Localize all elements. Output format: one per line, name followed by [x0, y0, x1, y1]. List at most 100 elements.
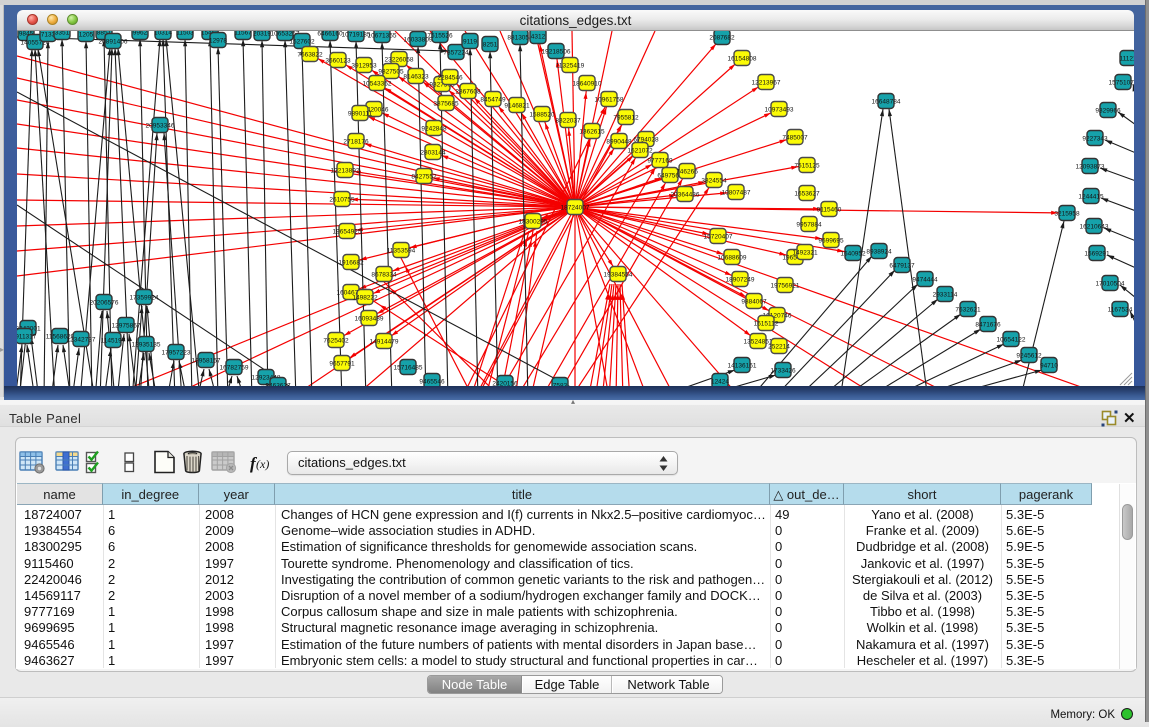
svg-text:1167534: 1167534: [1108, 307, 1133, 314]
svg-text:3912953: 3912953: [351, 63, 377, 70]
svg-text:2087682: 2087682: [709, 35, 735, 42]
svg-text:16093489: 16093489: [355, 316, 384, 323]
svg-text:10807487: 10807487: [722, 190, 751, 197]
svg-text:19654925: 19654925: [333, 229, 362, 236]
svg-text:9329966: 9329966: [1095, 108, 1121, 115]
svg-text:1244415: 1244415: [1078, 194, 1104, 201]
svg-text:14914479: 14914479: [370, 339, 399, 346]
svg-text:8146323: 8146323: [403, 74, 429, 81]
svg-text:10671355: 10671355: [368, 33, 397, 40]
svg-text:8813054: 8813054: [507, 35, 533, 42]
svg-text:12978: 12978: [209, 38, 227, 45]
svg-text:1569291: 1569291: [1084, 251, 1110, 258]
svg-text:9827505: 9827505: [378, 69, 404, 76]
svg-text:1527602: 1527602: [289, 39, 315, 46]
svg-text:1498222: 1498222: [352, 295, 378, 302]
svg-text:1492321: 1492321: [792, 250, 818, 257]
svg-text:16210643: 16210643: [1080, 224, 1109, 231]
svg-text:11121: 11121: [1119, 56, 1134, 63]
svg-text:11353594: 11353594: [387, 248, 416, 255]
svg-text:9119: 9119: [463, 39, 477, 46]
svg-text:6479137: 6479137: [889, 263, 915, 270]
svg-text:7357224: 7357224: [443, 50, 469, 57]
svg-text:9465546: 9465546: [419, 379, 445, 386]
svg-text:8471676: 8471676: [975, 322, 1001, 329]
svg-text:9227343: 9227343: [1082, 136, 1108, 143]
svg-text:8427552: 8427552: [411, 174, 437, 181]
svg-text:1621072: 1621072: [627, 148, 653, 155]
svg-text:12213967: 12213967: [752, 80, 781, 87]
svg-text:11325419: 11325419: [556, 63, 585, 70]
svg-text:9657791: 9657791: [329, 361, 355, 368]
svg-text:12093873: 12093873: [1076, 164, 1105, 171]
svg-text:9777169: 9777169: [647, 158, 673, 165]
svg-text:12935135: 12935135: [132, 342, 161, 349]
svg-text:7515526: 7515526: [427, 33, 453, 40]
svg-text:15720407: 15720407: [704, 234, 733, 241]
svg-text:18300295: 18300295: [519, 219, 548, 226]
svg-text:1615112: 1615112: [754, 321, 779, 328]
svg-text:11503: 11503: [176, 31, 194, 37]
svg-text:9890111: 9890111: [348, 111, 373, 118]
svg-text:20953346: 20953346: [146, 123, 175, 130]
svg-text:3824554: 3824554: [701, 178, 727, 185]
svg-text:18724007: 18724007: [561, 205, 590, 212]
svg-text:(x): (x): [256, 457, 269, 471]
svg-text:8454749: 8454749: [480, 97, 506, 104]
svg-text:10543362: 10543362: [363, 81, 392, 88]
svg-text:7515125: 7515125: [794, 163, 820, 170]
svg-text:2933114: 2933114: [933, 292, 958, 299]
svg-text:17010504: 17010504: [1096, 281, 1125, 288]
svg-text:9957884: 9957884: [796, 222, 822, 229]
svg-text:18640910: 18640910: [573, 81, 602, 88]
svg-text:15751074: 15751074: [1109, 80, 1134, 87]
svg-text:1588520: 1588520: [529, 112, 555, 119]
svg-text:12213892: 12213892: [331, 168, 360, 175]
svg-text:3660123: 3660123: [325, 58, 351, 65]
svg-text:12975867: 12975867: [112, 323, 141, 330]
svg-text:8322037: 8322037: [555, 118, 581, 125]
svg-text:94710: 94710: [1040, 363, 1058, 370]
svg-text:9245612: 9245612: [1016, 353, 1042, 360]
svg-text:2284546: 2284546: [437, 75, 463, 82]
svg-text:17957223: 17957223: [162, 350, 191, 357]
svg-text:16154808: 16154808: [728, 56, 757, 63]
svg-text:19384554: 19384554: [604, 272, 633, 279]
svg-text:1145197: 1145197: [101, 338, 126, 345]
svg-text:20891406: 20891406: [99, 39, 128, 46]
svg-text:10973493: 10973493: [765, 107, 794, 114]
svg-text:252214: 252214: [768, 344, 790, 351]
svg-text:20319: 20319: [253, 31, 271, 38]
svg-text:12424: 12424: [711, 379, 729, 386]
svg-text:20206576: 20206576: [90, 300, 119, 307]
svg-text:9699695: 9699695: [818, 238, 844, 245]
svg-text:3875685: 3875685: [433, 101, 459, 108]
svg-text:6466160: 6466160: [317, 31, 343, 38]
svg-text:20364436: 20364436: [671, 192, 700, 199]
svg-text:10314: 10314: [154, 31, 172, 37]
svg-text:19756921: 19756921: [771, 283, 800, 290]
svg-text:10688609: 10688609: [718, 255, 747, 262]
svg-text:23226058: 23226058: [385, 57, 414, 64]
svg-text:8251: 8251: [483, 42, 498, 49]
svg-text:3351: 3351: [55, 31, 70, 37]
svg-text:1733426: 1733426: [770, 368, 796, 375]
svg-text:16648784: 16648784: [872, 99, 901, 106]
svg-text:7632621: 7632621: [955, 307, 981, 314]
svg-text:2803144: 2803144: [420, 150, 446, 157]
svg-text:3215958: 3215958: [1054, 211, 1080, 218]
svg-text:7485007: 7485007: [782, 135, 808, 142]
svg-text:10961758: 10961758: [595, 97, 624, 104]
svg-text:1362615: 1362615: [579, 129, 605, 136]
svg-text:14136161: 14136161: [728, 363, 757, 370]
svg-text:3911317: 3911317: [17, 334, 37, 341]
svg-text:18907249: 18907249: [726, 277, 755, 284]
svg-text:2867608: 2867608: [455, 89, 481, 96]
svg-text:9115460: 9115460: [817, 207, 842, 214]
svg-text:8678334: 8678334: [371, 272, 397, 279]
svg-text:12342737: 12342737: [67, 337, 96, 344]
svg-text:1640952: 1640952: [840, 251, 866, 258]
svg-text:11567: 11567: [234, 31, 252, 37]
svg-text:4312: 4312: [531, 34, 546, 41]
svg-text:9474444: 9474444: [912, 277, 938, 284]
